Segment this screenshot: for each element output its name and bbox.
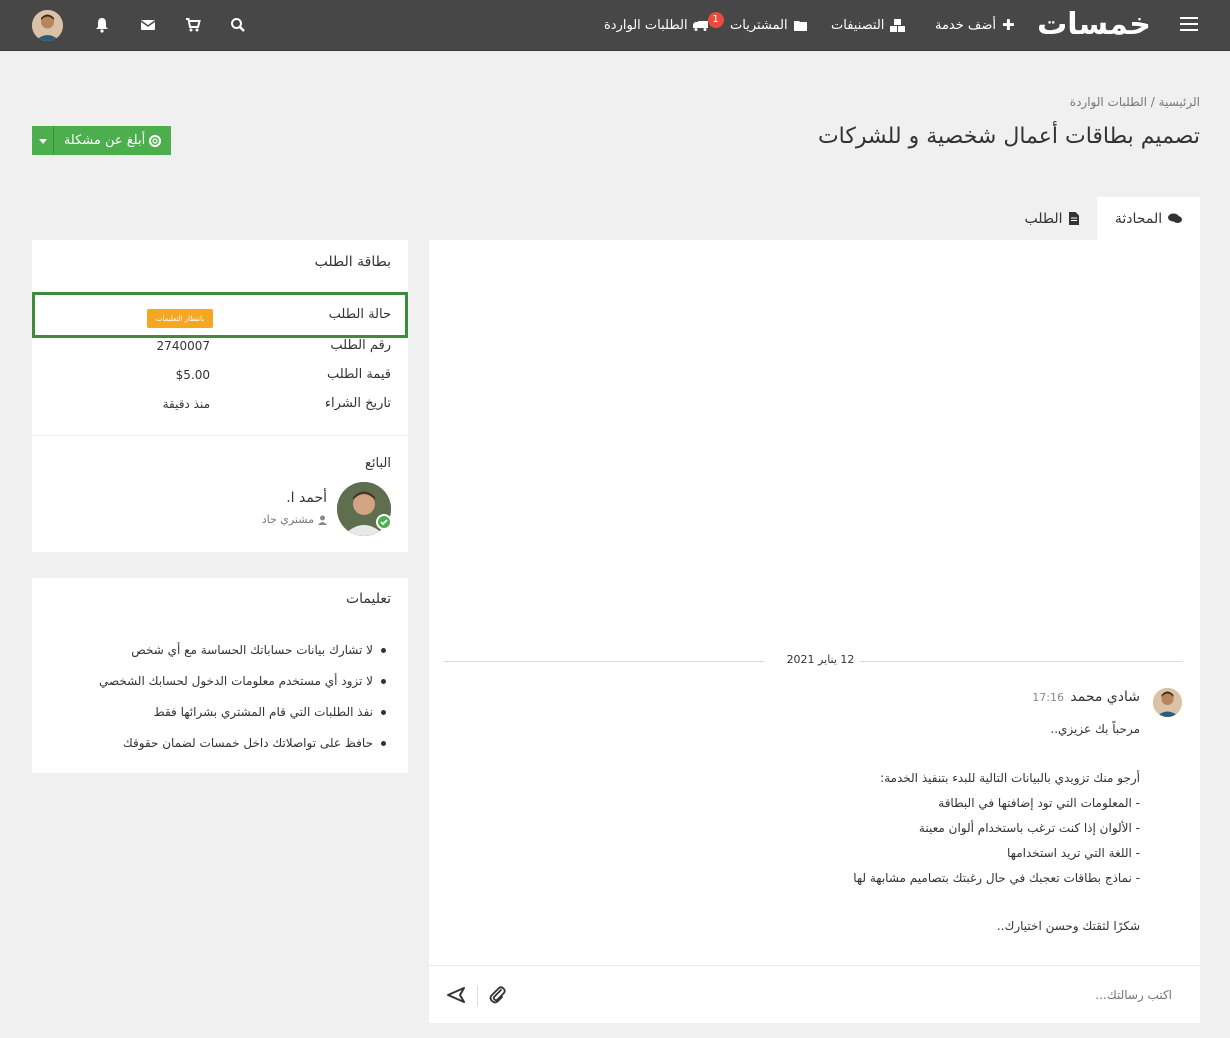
date-separator: 12 يناير 2021	[443, 653, 1183, 667]
menu-icon[interactable]	[1180, 17, 1198, 31]
tab-conversation-label: المحادثة	[1114, 210, 1163, 227]
order-number-label: رقم الطلب	[330, 338, 391, 353]
instruction-item: لا تزود أي مستخدم معلومات الدخول لحسابك …	[99, 674, 386, 688]
logo-text: خمسات	[1037, 7, 1152, 42]
message-line: - الألوان إذا كنت ترغب باستخدام ألوان مع…	[918, 821, 1140, 835]
envelope-icon[interactable]	[140, 17, 156, 33]
date-separator-label: 12 يناير 2021	[786, 653, 855, 666]
cubes-icon	[890, 18, 906, 33]
paperclip-icon[interactable]	[489, 986, 507, 1004]
categories-link[interactable]: التصنيفات	[831, 0, 906, 50]
search-icon[interactable]	[230, 17, 246, 33]
instruction-text: حافظ على تواصلاتك داخل خمسات لضمان حقوقك	[122, 736, 373, 750]
message-line: مرحباً بك عزيزي..	[1050, 722, 1140, 736]
instruction-item: نفذ الطلبات التي قام المشتري بشرائها فقط	[154, 705, 386, 719]
instruction-item: لا تشارك بيانات حساباتك الحساسة مع أي شخ…	[131, 643, 386, 657]
truck-icon	[692, 18, 708, 33]
instruction-text: نفذ الطلبات التي قام المشتري بشرائها فقط	[153, 705, 373, 719]
incoming-count-badge: 1	[707, 12, 724, 28]
order-status-badge: بانتظار التعليمات	[147, 309, 213, 328]
incoming-orders-label: الطلبات الواردة	[604, 17, 688, 33]
folder-icon	[793, 18, 808, 33]
order-date-value: منذ دقيقة	[162, 397, 210, 411]
report-problem-button[interactable]: أبلغ عن مشكلة	[32, 126, 171, 155]
add-service-link[interactable]: أضف خدمة ✚	[935, 0, 1015, 50]
lifebuoy-icon	[149, 133, 162, 148]
order-status-label: حالة الطلب	[328, 307, 391, 322]
file-icon	[1068, 211, 1079, 227]
message-author-avatar[interactable]	[1153, 688, 1182, 717]
tab-conversation[interactable]: المحادثة	[1097, 197, 1200, 240]
purchases-link[interactable]: المشتريات	[730, 0, 808, 50]
input-divider	[477, 986, 478, 1006]
logo[interactable]: خمسات	[1032, 8, 1156, 42]
send-icon[interactable]	[446, 986, 466, 1004]
report-dropdown-toggle[interactable]	[32, 126, 54, 155]
user-avatar[interactable]	[32, 10, 63, 41]
breadcrumb-separator: /	[1150, 95, 1155, 109]
breadcrumb-home[interactable]: الرئيسية	[1159, 95, 1200, 109]
breadcrumb: الرئيسية / الطلبات الواردة	[1070, 95, 1200, 109]
verified-check-icon	[376, 514, 392, 530]
instructions-card: تعليمات لا تشارك بيانات حساباتك الحساسة …	[32, 578, 408, 773]
message-line: شكرًا لثقتك وحسن اختيارك..	[996, 919, 1140, 933]
message-line: - المعلومات التي تود إضافتها في البطاقة	[938, 796, 1140, 810]
instruction-item: حافظ على تواصلاتك داخل خمسات لضمان حقوقك	[123, 736, 386, 750]
card-divider	[32, 435, 408, 436]
order-price-label: قيمة الطلب	[326, 367, 391, 382]
message-line: أرجو منك تزويدي بالبيانات التالية للبدء …	[880, 771, 1140, 785]
breadcrumb-current[interactable]: الطلبات الواردة	[1070, 95, 1147, 109]
incoming-orders-link[interactable]: الطلبات الواردة 1	[604, 0, 728, 50]
seller-role-label: مشتري جاد	[261, 513, 314, 526]
categories-label: التصنيفات	[831, 17, 885, 33]
tab-order-label: الطلب	[1024, 210, 1063, 227]
add-service-label: أضف خدمة	[935, 17, 997, 33]
purchases-label: المشتريات	[730, 17, 788, 33]
order-price-value: $5.00	[175, 368, 210, 382]
order-number-value: 2740007	[156, 339, 210, 353]
caret-down-icon	[38, 133, 47, 148]
chat-panel: 12 يناير 2021 شادي محمد 17:16 مرحباً بك …	[429, 240, 1200, 1023]
cart-icon[interactable]	[185, 17, 201, 33]
user-icon	[318, 513, 327, 526]
order-status-row: حالة الطلب بانتظار التعليمات	[32, 292, 408, 338]
page-title: تصميم بطاقات أعمال شخصية و للشركات	[817, 124, 1200, 149]
seller-role: مشتري جاد	[262, 513, 327, 526]
message-time: 17:16	[1032, 691, 1064, 704]
instructions-title: تعليمات	[345, 591, 391, 607]
chat-input-bar	[429, 965, 1200, 1023]
order-date-label: تاريخ الشراء	[324, 396, 391, 411]
order-card: بطاقة الطلب حالة الطلب بانتظار التعليمات…	[32, 240, 408, 552]
seller-section-title: البائع	[365, 456, 391, 471]
instruction-text: لا تزود أي مستخدم معلومات الدخول لحسابك …	[98, 674, 373, 688]
top-navbar: خمسات أضف خدمة ✚ التصنيفات المشتريات الط…	[0, 0, 1230, 51]
instruction-text: لا تشارك بيانات حساباتك الحساسة مع أي شخ…	[131, 643, 373, 657]
plus-icon: ✚	[1002, 16, 1015, 34]
message-input[interactable]	[872, 988, 1172, 1002]
message-line: - نماذج بطاقات تعجبك في حال رغبتك بتصامي…	[853, 871, 1140, 885]
seller-name[interactable]: أحمد ا.	[286, 490, 327, 506]
report-problem-label: أبلغ عن مشكلة	[63, 133, 146, 148]
comments-icon	[1168, 211, 1183, 227]
bell-icon[interactable]	[94, 17, 110, 33]
message-author-name[interactable]: شادي محمد	[1070, 689, 1140, 705]
order-card-title: بطاقة الطلب	[314, 254, 391, 270]
tab-order[interactable]: الطلب	[1006, 197, 1097, 240]
message-line: - اللغة التي تريد استخدامها	[1007, 846, 1140, 860]
